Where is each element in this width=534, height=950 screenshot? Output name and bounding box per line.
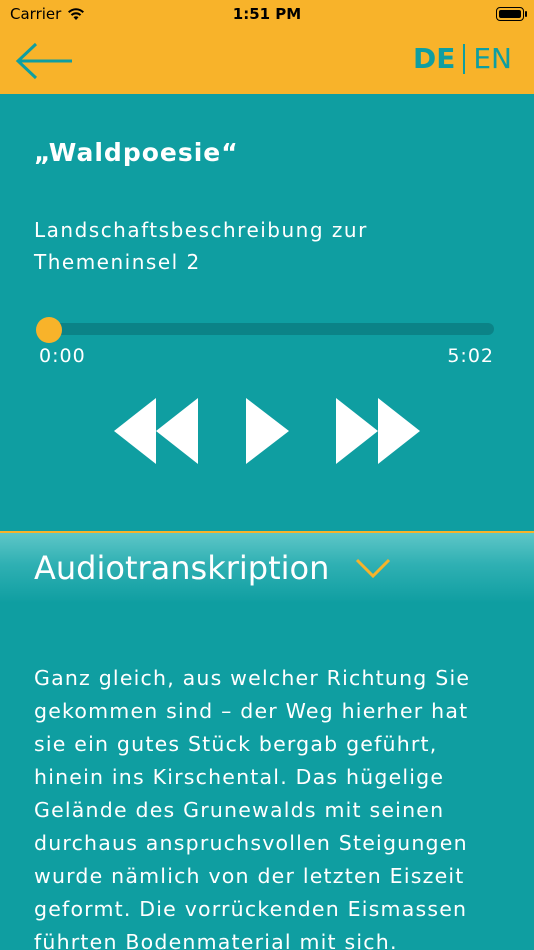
total-time: 5:02 — [447, 345, 494, 367]
battery-icon — [496, 7, 527, 21]
play-button[interactable] — [244, 396, 290, 466]
play-icon — [246, 398, 289, 464]
track-subtitle: Landschaftsbeschreibung zur Themeninsel … — [34, 218, 368, 274]
transcript-label: Audiotranskription — [34, 549, 330, 587]
language-de-button[interactable]: DE — [413, 42, 455, 75]
fast-forward-button[interactable] — [334, 396, 422, 466]
status-time: 1:51 PM — [232, 5, 302, 23]
fast-forward-icon — [336, 398, 420, 464]
transcript-toggle[interactable]: Audiotranskription — [0, 531, 534, 603]
progress-slider-thumb[interactable] — [36, 317, 62, 343]
progress-slider[interactable] — [40, 323, 494, 335]
chevron-down-icon — [355, 558, 391, 579]
language-en-button[interactable]: EN — [473, 42, 512, 75]
header-bar: DE EN — [0, 28, 534, 94]
playback-controls — [0, 396, 534, 466]
back-arrow-icon — [15, 42, 72, 80]
track-title: „Waldpoesie“ — [34, 138, 239, 167]
back-button[interactable] — [14, 40, 76, 82]
language-separator — [463, 43, 466, 74]
status-bar: Carrier 1:51 PM — [0, 0, 534, 28]
language-switch: DE EN — [413, 42, 512, 75]
current-time: 0:00 — [39, 345, 86, 367]
rewind-icon — [114, 398, 198, 464]
rewind-button[interactable] — [112, 396, 200, 466]
transcript-text: Ganz gleich, aus welcher Richtung Sie ge… — [34, 666, 471, 950]
